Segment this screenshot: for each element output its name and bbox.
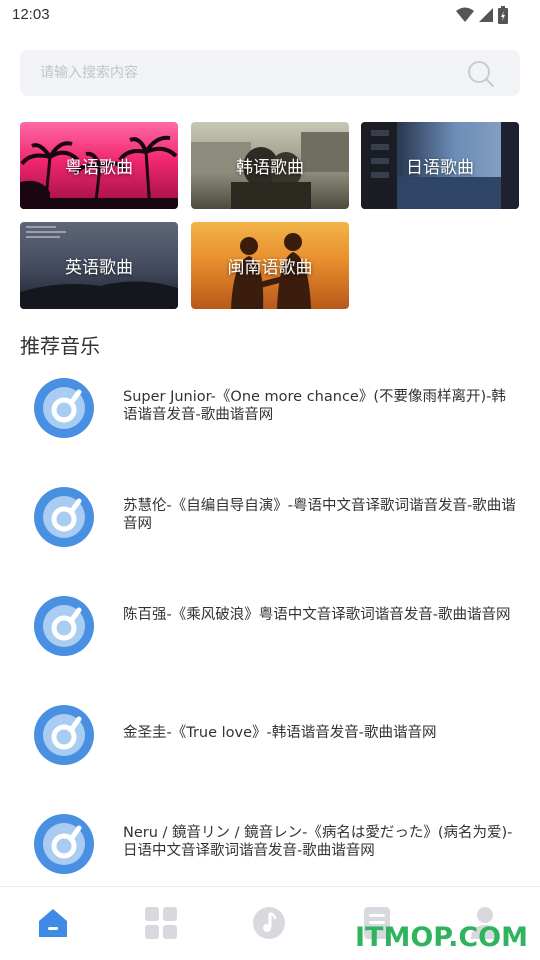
category-label: 日语歌曲 xyxy=(406,158,474,178)
search-bar xyxy=(20,50,520,96)
nav-home[interactable] xyxy=(35,905,71,941)
nav-categories[interactable] xyxy=(143,905,179,941)
battery-icon xyxy=(498,6,508,24)
music-icon xyxy=(253,907,285,939)
recommended-title: 推荐音乐 xyxy=(20,334,100,358)
list-item-title: Neru / 鏡音リン / 鏡音レン-《病名は愛だった》(病名为爱)-日语中文音… xyxy=(123,825,513,859)
category-minnan[interactable]: 闽南语歌曲 xyxy=(191,222,349,309)
music-disc-icon xyxy=(34,705,94,765)
list-item[interactable]: 苏慧伦-《自编自导自演》-粤语中文音译歌词谐音发音-歌曲谐音网 xyxy=(0,479,540,567)
list-item[interactable]: Neru / 鏡音リン / 鏡音レン-《病名は愛だった》(病名为爱)-日语中文音… xyxy=(0,806,540,894)
category-japanese[interactable]: 日语歌曲 xyxy=(361,122,519,209)
status-bar: 12:03 xyxy=(0,0,540,32)
watermark: ITMOP.COM xyxy=(354,922,528,953)
search-icon[interactable] xyxy=(466,59,496,89)
category-label: 英语歌曲 xyxy=(65,258,133,278)
grid-icon xyxy=(145,907,177,939)
status-time: 12:03 xyxy=(12,6,50,23)
list-item[interactable]: Super Junior-《One more chance》(不要像雨样离开)-… xyxy=(0,370,540,458)
music-disc-icon xyxy=(34,596,94,656)
category-label: 闽南语歌曲 xyxy=(227,258,313,278)
list-item-title: 陈百强-《乘风破浪》粤语中文音译歌词谐音发音-歌曲谐音网 xyxy=(123,607,511,623)
category-label: 韩语歌曲 xyxy=(236,158,304,178)
list-item-title: 苏慧伦-《自编自导自演》-粤语中文音译歌词谐音发音-歌曲谐音网 xyxy=(123,498,516,532)
category-english[interactable]: 英语歌曲 xyxy=(20,222,178,309)
category-cantonese[interactable]: 粤语歌曲 xyxy=(20,122,178,209)
list-item[interactable]: 陈百强-《乘风破浪》粤语中文音译歌词谐音发音-歌曲谐音网 xyxy=(0,588,540,676)
wifi-icon xyxy=(456,7,474,22)
nav-music[interactable] xyxy=(251,905,287,941)
music-disc-icon xyxy=(34,487,94,547)
list-item[interactable]: 金圣圭-《True love》-韩语谐音发音-歌曲谐音网 xyxy=(0,697,540,785)
category-korean[interactable]: 韩语歌曲 xyxy=(191,122,349,209)
list-item-title: 金圣圭-《True love》-韩语谐音发音-歌曲谐音网 xyxy=(123,725,437,741)
music-disc-icon xyxy=(34,378,94,438)
list-item-title: Super Junior-《One more chance》(不要像雨样离开)-… xyxy=(123,389,506,423)
category-label: 粤语歌曲 xyxy=(65,158,133,178)
signal-icon xyxy=(479,8,493,22)
home-icon xyxy=(39,909,67,937)
music-disc-icon xyxy=(34,814,94,874)
status-icons xyxy=(456,6,508,24)
search-input[interactable] xyxy=(40,50,460,96)
